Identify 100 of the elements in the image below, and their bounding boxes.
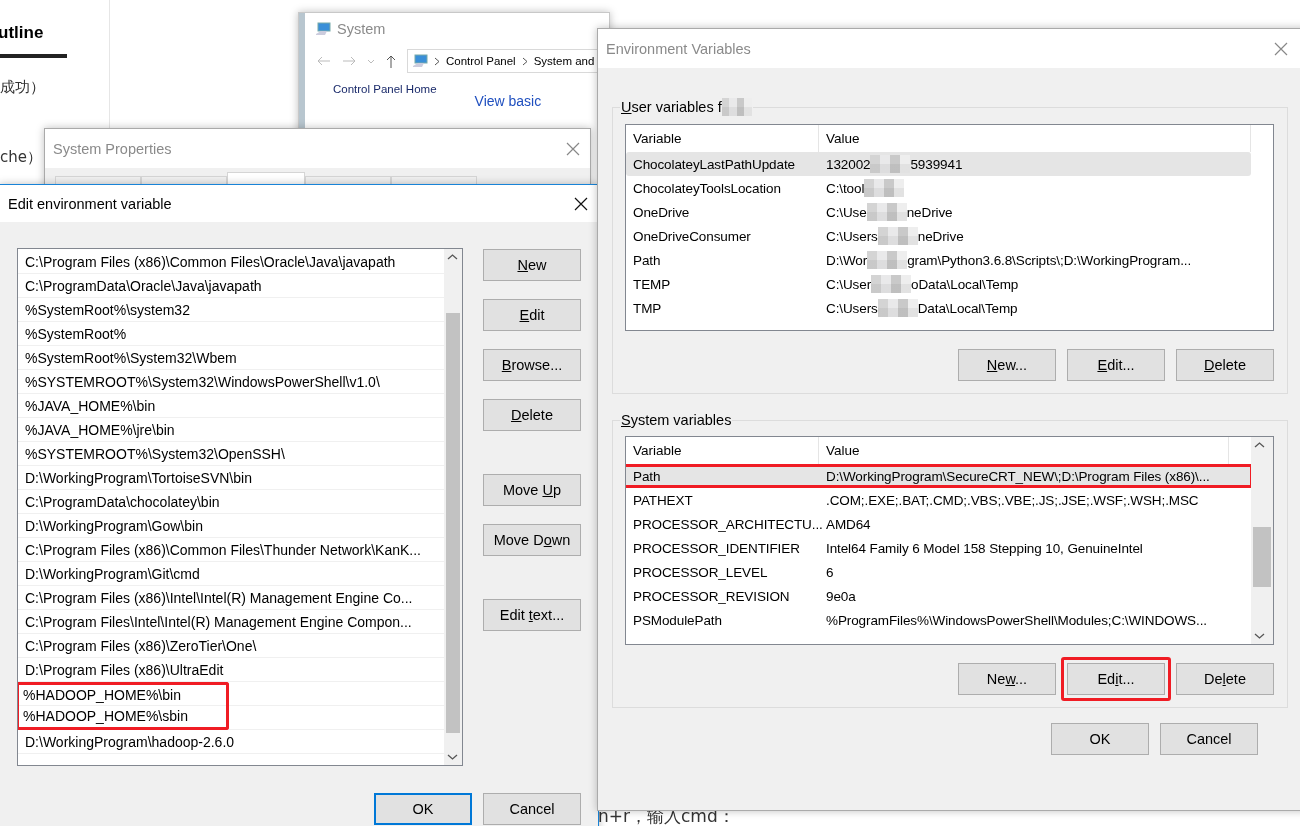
variable-name: PATHEXT	[632, 492, 694, 508]
address-bar[interactable]: Control Panel System and	[407, 49, 599, 73]
breadcrumb-item[interactable]: Control Panel	[446, 55, 516, 67]
variable-name: OneDrive	[632, 204, 691, 220]
dialog-button[interactable]: Edit	[483, 299, 581, 331]
chevron-right-icon	[434, 56, 440, 66]
table-row[interactable]: ChocolateyLastPathUpdate 132002 5939941	[626, 152, 1251, 176]
breadcrumb-item[interactable]: System and	[533, 55, 595, 67]
dialog-button[interactable]: Edit...	[1067, 663, 1165, 695]
dropdown-icon[interactable]	[367, 58, 375, 64]
variable-value: AMD64	[826, 516, 871, 532]
variable-name: TEMP	[632, 276, 672, 292]
variable-value: gram\Python3.6.8\Scripts\;D:\WorkingProgram...	[907, 252, 1192, 268]
table-row[interactable]: ChocolateyToolsLocation C:\tool	[626, 176, 1251, 200]
dialog-button[interactable]: New...	[958, 663, 1056, 695]
table-row[interactable]: Path D:\Wor gram\Python3.6.8\Scripts\;D:\WorkingProgram...	[626, 248, 1251, 272]
variable-value: 9e0a	[826, 588, 856, 604]
table-row[interactable]: OneDriveConsumer C:\Users neDrive	[626, 224, 1251, 248]
dialog-button[interactable]: New	[483, 249, 581, 281]
dialog-button[interactable]: Edit...	[1067, 349, 1165, 381]
variable-value: D:\Wor	[826, 252, 868, 268]
dialog-button[interactable]: Cancel	[483, 793, 581, 825]
dialog-button[interactable]: New...	[958, 349, 1056, 381]
variable-name: Path	[632, 468, 662, 484]
path-entry[interactable]: D:\WorkingProgram\hadoop-2.6.0	[21, 729, 235, 754]
dialog-button[interactable]: OK	[374, 793, 472, 825]
path-entry[interactable]: D:\WorkingProgram\TortoiseSVN\bin	[21, 465, 252, 490]
variable-value: 6	[826, 564, 834, 580]
table-row[interactable]: TMP C:\Users Data\Local\Temp	[626, 296, 1251, 320]
window-title: Edit environment variable	[8, 195, 172, 212]
table-row[interactable]: TEMP C:\User oData\Local\Temp	[626, 272, 1251, 296]
scrollbar[interactable]	[1251, 437, 1273, 644]
scroll-thumb[interactable]	[446, 313, 460, 733]
group-label: User variables f	[621, 99, 722, 115]
dialog-button[interactable]: OK	[1051, 723, 1149, 755]
control-panel-home-link[interactable]: Control Panel Home	[333, 83, 437, 95]
close-icon[interactable]	[574, 196, 588, 211]
dialog-button[interactable]: Cancel	[1160, 723, 1258, 755]
table-row[interactable]: PROCESSOR_ARCHITECTU... AMD64	[626, 512, 1229, 536]
variable-value: D:\WorkingProgram\SecureCRT_NEW\;D:\Program Files (x86)\...	[826, 468, 1210, 484]
computer-icon	[412, 54, 428, 68]
path-entry[interactable]: C:\Program Files (x86)\Common Files\Thunder Network\KanK...	[21, 537, 421, 562]
dialog-button[interactable]: Delete	[1176, 349, 1274, 381]
path-entry[interactable]: %JAVA_HOME%\jre\bin	[21, 417, 175, 442]
variable-value: %ProgramFiles%\WindowsPowerShell\Modules;C:\WINDOWS...	[826, 612, 1207, 628]
path-entry[interactable]: D:\WorkingProgram\Git\cmd	[21, 561, 200, 586]
dialog-button[interactable]: Move Up	[483, 474, 581, 506]
table-row[interactable]: PSModulePath %ProgramFiles%\WindowsPowerShell\Modules;C:\WINDOWS...	[626, 608, 1229, 632]
dialog-button[interactable]: Delete	[1176, 663, 1274, 695]
back-arrow-icon[interactable]	[317, 56, 331, 66]
variable-value: neDrive	[917, 228, 964, 244]
outline-item[interactable]: 成功）	[0, 78, 45, 96]
path-entry[interactable]: D:\WorkingProgram\Gow\bin	[21, 513, 203, 538]
path-entry[interactable]: D:\Program Files (x86)\UltraEdit	[21, 657, 224, 682]
variable-name: ChocolateyLastPathUpdate	[632, 156, 796, 172]
table-row[interactable]: OneDrive C:\Use neDrive	[626, 200, 1251, 224]
path-entry[interactable]: C:\Program Files (x86)\Common Files\Oracle\Java\javapath	[21, 249, 396, 274]
variable-name: PROCESSOR_REVISION	[632, 588, 791, 604]
variable-value: Intel64 Family 6 Model 158 Stepping 10, GenuineIntel	[826, 540, 1143, 556]
table-row[interactable]: Path D:\WorkingProgram\SecureCRT_NEW\;D:\Program Files (x86)\...	[626, 464, 1251, 488]
variable-value: neDrive	[906, 204, 953, 220]
outline-item[interactable]: che）	[0, 148, 42, 166]
path-entry[interactable]: %SystemRoot%\System32\Wbem	[21, 345, 237, 370]
up-arrow-icon[interactable]	[386, 54, 396, 68]
variable-name: PROCESSOR_LEVEL	[632, 564, 769, 580]
path-entry[interactable]: %HADOOP_HOME%\sbin	[18, 705, 229, 730]
path-entry[interactable]: %SYSTEMROOT%\System32\WindowsPowerShell\v1.0\	[21, 369, 380, 394]
dialog-button[interactable]: Browse...	[483, 349, 581, 381]
path-entry[interactable]: %JAVA_HOME%\bin	[21, 393, 156, 418]
scrollbar[interactable]	[444, 249, 462, 765]
path-entry[interactable]: %SYSTEMROOT%\System32\OpenSSH\	[21, 441, 285, 466]
variable-value: C:\Users	[826, 300, 878, 316]
path-entry[interactable]: %SystemRoot%	[21, 321, 127, 346]
redaction-blur	[877, 227, 918, 245]
variable-name: TMP	[632, 300, 663, 316]
variable-name: ChocolateyToolsLocation	[632, 180, 782, 196]
dialog-button[interactable]: Delete	[483, 399, 581, 431]
variable-value: C:\User	[826, 276, 872, 292]
forward-arrow-icon[interactable]	[342, 56, 356, 66]
variable-value: oData\Local\Temp	[911, 276, 1019, 292]
group-label: System variables	[621, 412, 732, 428]
path-entry[interactable]: %HADOOP_HOME%\bin	[18, 681, 229, 706]
table-row[interactable]: PROCESSOR_LEVEL 6	[626, 560, 1229, 584]
path-entry[interactable]: C:\Program Files (x86)\ZeroTier\One\	[21, 633, 257, 658]
table-row[interactable]: PROCESSOR_REVISION 9e0a	[626, 584, 1229, 608]
dialog-button[interactable]: Edit text...	[483, 599, 581, 631]
path-entry[interactable]: C:\ProgramData\chocolatey\bin	[21, 489, 220, 514]
variable-value: C:\Users	[826, 228, 878, 244]
path-entry[interactable]: C:\ProgramData\Oracle\Java\javapath	[21, 273, 262, 298]
variable-name: Path	[632, 252, 662, 268]
path-entry[interactable]: C:\Program Files (x86)\Intel\Intel(R) Management Engine Co...	[21, 585, 413, 610]
scroll-thumb[interactable]	[1253, 527, 1271, 587]
path-entry[interactable]: C:\Program Files\Intel\Intel(R) Management Engine Compon...	[21, 609, 412, 634]
variable-name: PROCESSOR_IDENTIFIER	[632, 540, 801, 556]
table-row[interactable]: PROCESSOR_IDENTIFIER Intel64 Family 6 Model 158 Stepping 10, GenuineIntel	[626, 536, 1229, 560]
dialog-button[interactable]: Move Down	[483, 524, 581, 556]
path-entry[interactable]: %SystemRoot%\system32	[21, 297, 190, 322]
variable-value: C:\Use	[826, 204, 867, 220]
table-row[interactable]: PATHEXT .COM;.EXE;.BAT;.CMD;.VBS;.VBE;.JS;.JSE;.WSF;.WSH;.MSC	[626, 488, 1229, 512]
window-title: Environment Variables	[606, 40, 751, 57]
